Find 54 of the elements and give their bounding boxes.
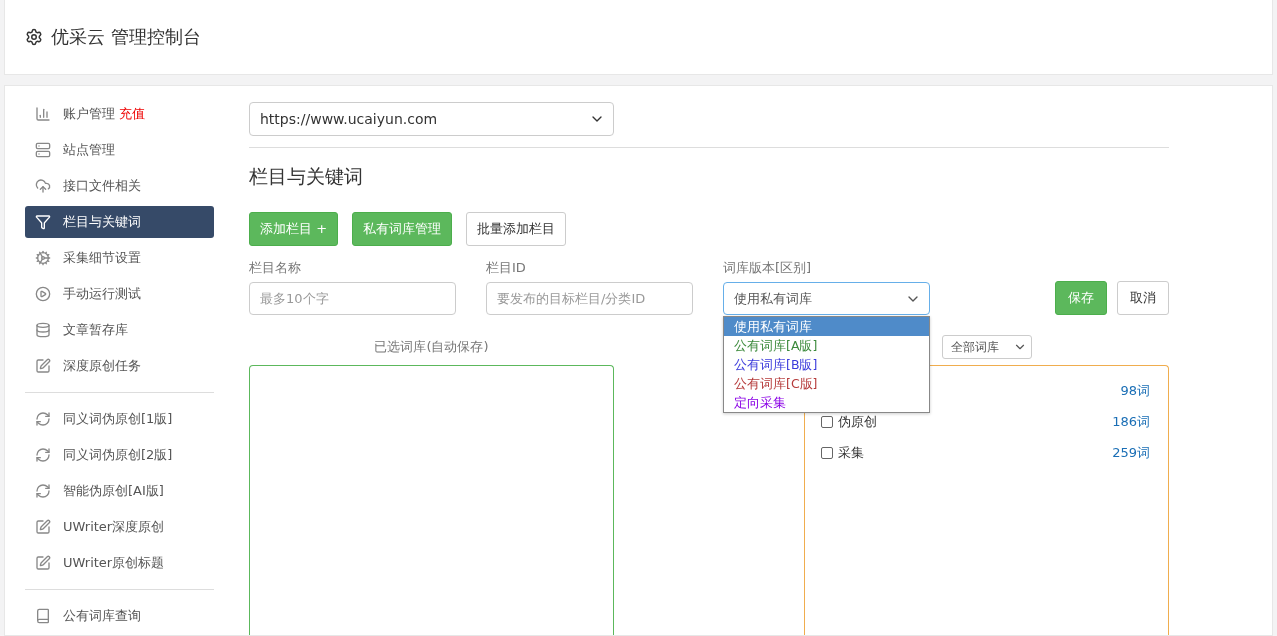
refresh-icon: [35, 411, 51, 427]
dropdown-option[interactable]: 定向采集: [724, 393, 929, 412]
word-count: 259词: [1112, 444, 1150, 462]
sidebar-item[interactable]: 栏目与关键词: [25, 206, 214, 238]
sidebar-item[interactable]: 站点管理: [25, 134, 214, 166]
site-select[interactable]: https://www.ucaiyun.com: [249, 102, 614, 136]
sidebar-item[interactable]: UWriter原创标题: [25, 547, 214, 579]
sidebar-item[interactable]: 账户管理 充值: [25, 98, 214, 130]
field-label: 栏目名称: [249, 259, 302, 277]
settings-icon: [25, 28, 43, 46]
checkbox[interactable]: [821, 447, 833, 459]
sidebar-item[interactable]: UWriter深度原创: [25, 511, 214, 543]
filter-icon: [35, 214, 51, 230]
sidebar-item[interactable]: 手动运行测试: [25, 278, 214, 310]
edit-icon: [35, 555, 51, 571]
word-count: 186词: [1112, 413, 1150, 431]
edit-icon: [35, 519, 51, 535]
sidebar-item[interactable]: 接口文件相关: [25, 170, 214, 202]
refresh-icon: [35, 483, 51, 499]
play-icon: [35, 286, 51, 302]
sidebar-item[interactable]: 采集细节设置: [25, 242, 214, 274]
dropdown-option[interactable]: 公有词库[C版]: [724, 374, 929, 393]
edit-icon: [35, 358, 51, 374]
dropdown-option[interactable]: 使用私有词库: [724, 317, 929, 336]
app-title: 优采云 管理控制台: [51, 25, 201, 49]
library-name: 伪原创: [838, 413, 877, 431]
cancel-button[interactable]: 取消: [1117, 281, 1169, 315]
dropdown-option[interactable]: 公有词库[B版]: [724, 355, 929, 374]
panel-title: 已选词库(自动保存): [374, 338, 489, 356]
library-name: 采集: [838, 444, 864, 462]
sidebar-item[interactable]: 文章暂存库: [25, 314, 214, 346]
sidebar-item[interactable]: 同义词伪原创[2版]: [25, 439, 214, 471]
field-label: 栏目ID: [486, 259, 527, 277]
library-filter-select[interactable]: 全部词库: [942, 335, 1032, 359]
sidebar-item[interactable]: 同义词伪原创[1版]: [25, 403, 214, 435]
book-icon: [35, 608, 51, 624]
database-icon: [35, 322, 51, 338]
bar-chart-icon: [35, 106, 51, 122]
action-button[interactable]: 批量添加栏目: [466, 212, 567, 246]
cloud-upload-icon: [35, 178, 51, 194]
section-heading: 栏目与关键词: [249, 164, 364, 189]
refresh-icon: [35, 447, 51, 463]
version-select[interactable]: 使用私有词库: [723, 282, 930, 315]
sidebar-item[interactable]: 公有词库查询: [25, 600, 214, 632]
field-label: 词库版本[区别]: [723, 259, 813, 277]
input-field[interactable]: 最多10个字: [249, 282, 456, 315]
server-icon: [35, 142, 51, 158]
checkbox[interactable]: [821, 416, 833, 428]
sidebar-item[interactable]: 深度原创任务: [25, 350, 214, 382]
gear-icon: [35, 250, 51, 266]
dropdown-option[interactable]: 公有词库[A版]: [724, 336, 929, 355]
input-field[interactable]: 要发布的目标栏目/分类ID: [486, 282, 693, 315]
sidebar-item[interactable]: 智能伪原创[AI版]: [25, 475, 214, 507]
word-count: 98词: [1120, 382, 1150, 400]
